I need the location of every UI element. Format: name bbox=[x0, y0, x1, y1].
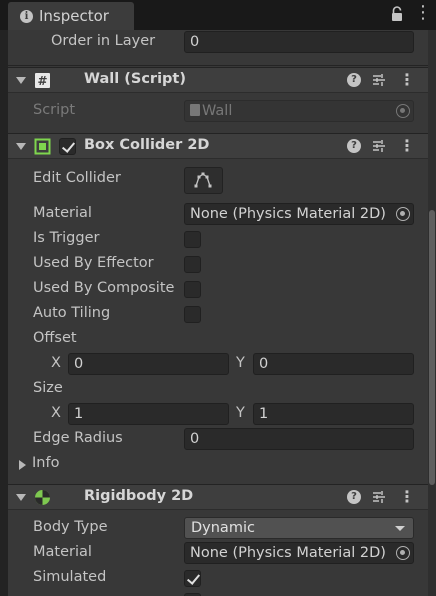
scrollbar-thumb[interactable] bbox=[429, 210, 435, 485]
offset-x-label[interactable]: X bbox=[51, 355, 61, 371]
auto-tiling-label: Auto Tiling bbox=[33, 305, 111, 321]
order-in-layer-field[interactable]: 0 bbox=[184, 31, 414, 53]
script-label: Script bbox=[33, 102, 76, 118]
offset-x-field[interactable]: 0 bbox=[68, 353, 229, 375]
tab-title: Inspector bbox=[39, 7, 109, 25]
order-in-layer-label: Order in Layer bbox=[51, 33, 156, 49]
edit-collider-row: Edit Collider bbox=[8, 167, 420, 197]
edge-radius-field[interactable]: 0 bbox=[184, 428, 414, 450]
script-hash-icon: # bbox=[35, 73, 50, 88]
body-type-value: Dynamic bbox=[191, 520, 255, 536]
size-y-label[interactable]: Y bbox=[236, 405, 245, 421]
foldout-arrow-icon[interactable] bbox=[16, 77, 26, 84]
used-by-composite-label: Used By Composite bbox=[33, 280, 175, 296]
rigidbody-material-row: Material None (Physics Material 2D) bbox=[8, 541, 420, 566]
material-label: Material bbox=[33, 544, 92, 560]
object-picker-icon bbox=[396, 104, 410, 118]
svg-text:#: # bbox=[37, 74, 47, 88]
rigidbody-title: Rigidbody 2D bbox=[84, 488, 194, 504]
is-trigger-label: Is Trigger bbox=[33, 230, 100, 246]
offset-label: Offset bbox=[33, 330, 77, 346]
used-by-effector-row: Used By Effector bbox=[8, 252, 420, 277]
size-y-field[interactable]: 1 bbox=[253, 403, 414, 425]
help-icon[interactable]: ? bbox=[347, 139, 361, 153]
help-icon[interactable]: ? bbox=[347, 73, 361, 87]
box-collider-title: Box Collider 2D bbox=[84, 137, 210, 153]
kebab-menu-icon[interactable]: ⋮ bbox=[399, 138, 415, 154]
collider-material-row: Material None (Physics Material 2D) bbox=[8, 202, 420, 227]
simulated-label: Simulated bbox=[33, 569, 107, 585]
partial-row bbox=[8, 591, 420, 596]
edge-radius-label: Edge Radius bbox=[33, 430, 123, 446]
chevron-down-icon bbox=[395, 526, 405, 531]
collider-material-field[interactable]: None (Physics Material 2D) bbox=[184, 203, 414, 225]
edit-collider-icon bbox=[194, 172, 212, 188]
offset-values-row: X 0 Y 0 bbox=[8, 352, 420, 377]
auto-tiling-checkbox[interactable] bbox=[184, 306, 201, 323]
is-trigger-checkbox[interactable] bbox=[184, 231, 201, 248]
box-collider-header[interactable]: Box Collider 2D ? ⋮ bbox=[8, 133, 436, 159]
help-icon[interactable]: ? bbox=[347, 490, 361, 504]
used-by-effector-label: Used By Effector bbox=[33, 255, 154, 271]
material-label: Material bbox=[33, 205, 92, 221]
foldout-arrow-icon[interactable] bbox=[16, 143, 26, 150]
script-field: Wall bbox=[184, 100, 414, 122]
size-values-row: X 1 Y 1 bbox=[8, 402, 420, 427]
kebab-menu-icon[interactable]: ⋮ bbox=[399, 72, 415, 88]
offset-y-label[interactable]: Y bbox=[236, 355, 245, 371]
wall-script-title: Wall (Script) bbox=[84, 71, 186, 87]
rigidbody-material-field[interactable]: None (Physics Material 2D) bbox=[184, 542, 414, 564]
wall-script-header[interactable]: # Wall (Script) ? ⋮ bbox=[8, 67, 436, 93]
body-type-label: Body Type bbox=[33, 519, 108, 535]
info-foldout-row[interactable]: Info bbox=[8, 452, 420, 477]
used-by-effector-checkbox[interactable] bbox=[184, 256, 201, 273]
preset-icon[interactable] bbox=[372, 139, 386, 153]
script-value: Wall bbox=[202, 103, 233, 119]
foldout-arrow-icon[interactable] bbox=[16, 494, 26, 501]
size-label-row: Size bbox=[8, 377, 420, 402]
offset-label-row: Offset bbox=[8, 327, 420, 352]
order-in-layer-row: Order in Layer 0 bbox=[8, 30, 420, 55]
kebab-menu-icon[interactable]: ⋮ bbox=[399, 489, 415, 505]
object-picker-icon[interactable] bbox=[396, 546, 410, 560]
kebab-menu-icon[interactable]: ⋮ bbox=[414, 4, 432, 24]
body-type-row: Body Type Dynamic bbox=[8, 516, 420, 541]
preset-icon[interactable] bbox=[372, 490, 386, 504]
edit-collider-button[interactable] bbox=[184, 167, 223, 194]
info-label[interactable]: Info bbox=[32, 455, 59, 471]
info-icon: i bbox=[20, 10, 33, 23]
simulated-checkbox[interactable] bbox=[184, 570, 201, 587]
tab-inspector[interactable]: i Inspector bbox=[8, 2, 134, 30]
auto-tiling-row: Auto Tiling bbox=[8, 302, 420, 327]
lock-icon[interactable] bbox=[390, 6, 404, 22]
object-picker-icon[interactable] bbox=[396, 207, 410, 221]
script-row: Script Wall bbox=[8, 99, 420, 124]
left-gutter bbox=[0, 30, 8, 596]
is-trigger-row: Is Trigger bbox=[8, 227, 420, 252]
box-collider-icon bbox=[34, 138, 51, 155]
tab-bar: i Inspector ⋮ bbox=[0, 0, 436, 30]
edge-radius-row: Edge Radius 0 bbox=[8, 427, 420, 452]
size-label: Size bbox=[33, 380, 63, 396]
material-value: None (Physics Material 2D) bbox=[190, 545, 386, 561]
body-type-dropdown[interactable]: Dynamic bbox=[184, 517, 414, 539]
inspector-panel: Order in Layer 0 # Wall (Script) ? ⋮ Scr… bbox=[8, 30, 436, 596]
script-file-icon bbox=[190, 104, 200, 116]
size-x-label[interactable]: X bbox=[51, 405, 61, 421]
preset-icon[interactable] bbox=[372, 73, 386, 87]
scrollbar[interactable] bbox=[428, 30, 436, 596]
box-collider-enabled-checkbox[interactable] bbox=[59, 138, 76, 155]
simulated-row: Simulated bbox=[8, 566, 420, 591]
foldout-arrow-icon[interactable] bbox=[19, 460, 26, 470]
edit-collider-label: Edit Collider bbox=[33, 170, 121, 186]
used-by-composite-checkbox[interactable] bbox=[184, 281, 201, 298]
material-value: None (Physics Material 2D) bbox=[190, 206, 386, 222]
separator bbox=[8, 65, 428, 66]
used-by-composite-row: Used By Composite bbox=[8, 277, 420, 302]
rigidbody-icon bbox=[35, 490, 50, 505]
size-x-field[interactable]: 1 bbox=[68, 403, 229, 425]
offset-y-field[interactable]: 0 bbox=[253, 353, 414, 375]
rigidbody-header[interactable]: Rigidbody 2D ? ⋮ bbox=[8, 484, 436, 510]
